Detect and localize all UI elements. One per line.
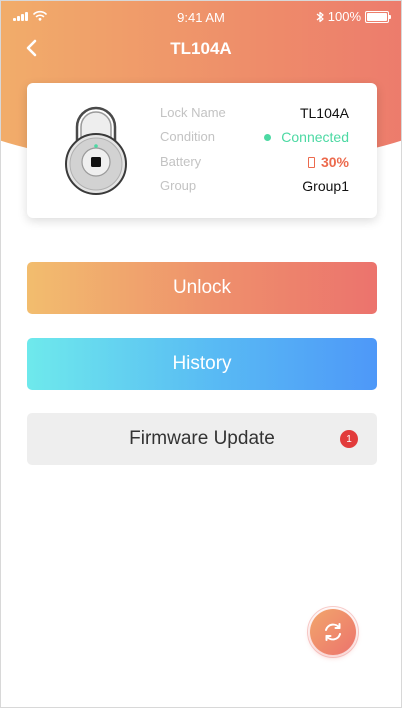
page-title: TL104A [170, 39, 232, 58]
battery-row: Battery 30% [160, 154, 349, 172]
group-value: Group1 [302, 178, 349, 194]
battery-value: 30% [307, 154, 349, 170]
group-label: Group [160, 178, 197, 193]
battery-icon [365, 10, 391, 23]
notification-badge: 1 [340, 430, 358, 448]
refresh-button[interactable] [310, 609, 356, 655]
condition-label: Condition [160, 129, 215, 144]
battery-text: 30% [320, 154, 349, 170]
lock-name-row: Lock Name TL104A [160, 105, 349, 123]
condition-text: Connected [281, 129, 349, 145]
phone-screen: 9:41 AM 100% TL104A Lock Name TL104A Con… [0, 0, 402, 708]
history-button[interactable]: History [27, 338, 377, 390]
status-battery-percent: 100% [327, 9, 361, 24]
condition-value: Connected [264, 129, 349, 145]
firmware-update-label: Firmware Update [129, 428, 275, 449]
bluetooth-icon [316, 11, 324, 22]
unlock-button[interactable]: Unlock [27, 262, 377, 314]
nav-bar: TL104A [1, 33, 401, 63]
low-battery-icon [307, 156, 315, 168]
unlock-button-label: Unlock [172, 277, 232, 298]
lock-name-label: Lock Name [160, 105, 226, 120]
condition-row: Condition Connected [160, 129, 349, 147]
firmware-update-button[interactable]: Firmware Update 1 [27, 413, 377, 465]
status-bar: 9:41 AM 100% [1, 1, 401, 33]
refresh-icon [325, 623, 341, 641]
connected-dot-icon [264, 133, 272, 141]
padlock-icon [65, 106, 127, 195]
lock-info-card: Lock Name TL104A Condition Connected Bat… [27, 83, 377, 218]
battery-label: Battery [160, 154, 202, 169]
lock-name-value: TL104A [299, 105, 349, 121]
group-row: Group Group1 [160, 178, 349, 196]
history-button-label: History [172, 353, 232, 374]
